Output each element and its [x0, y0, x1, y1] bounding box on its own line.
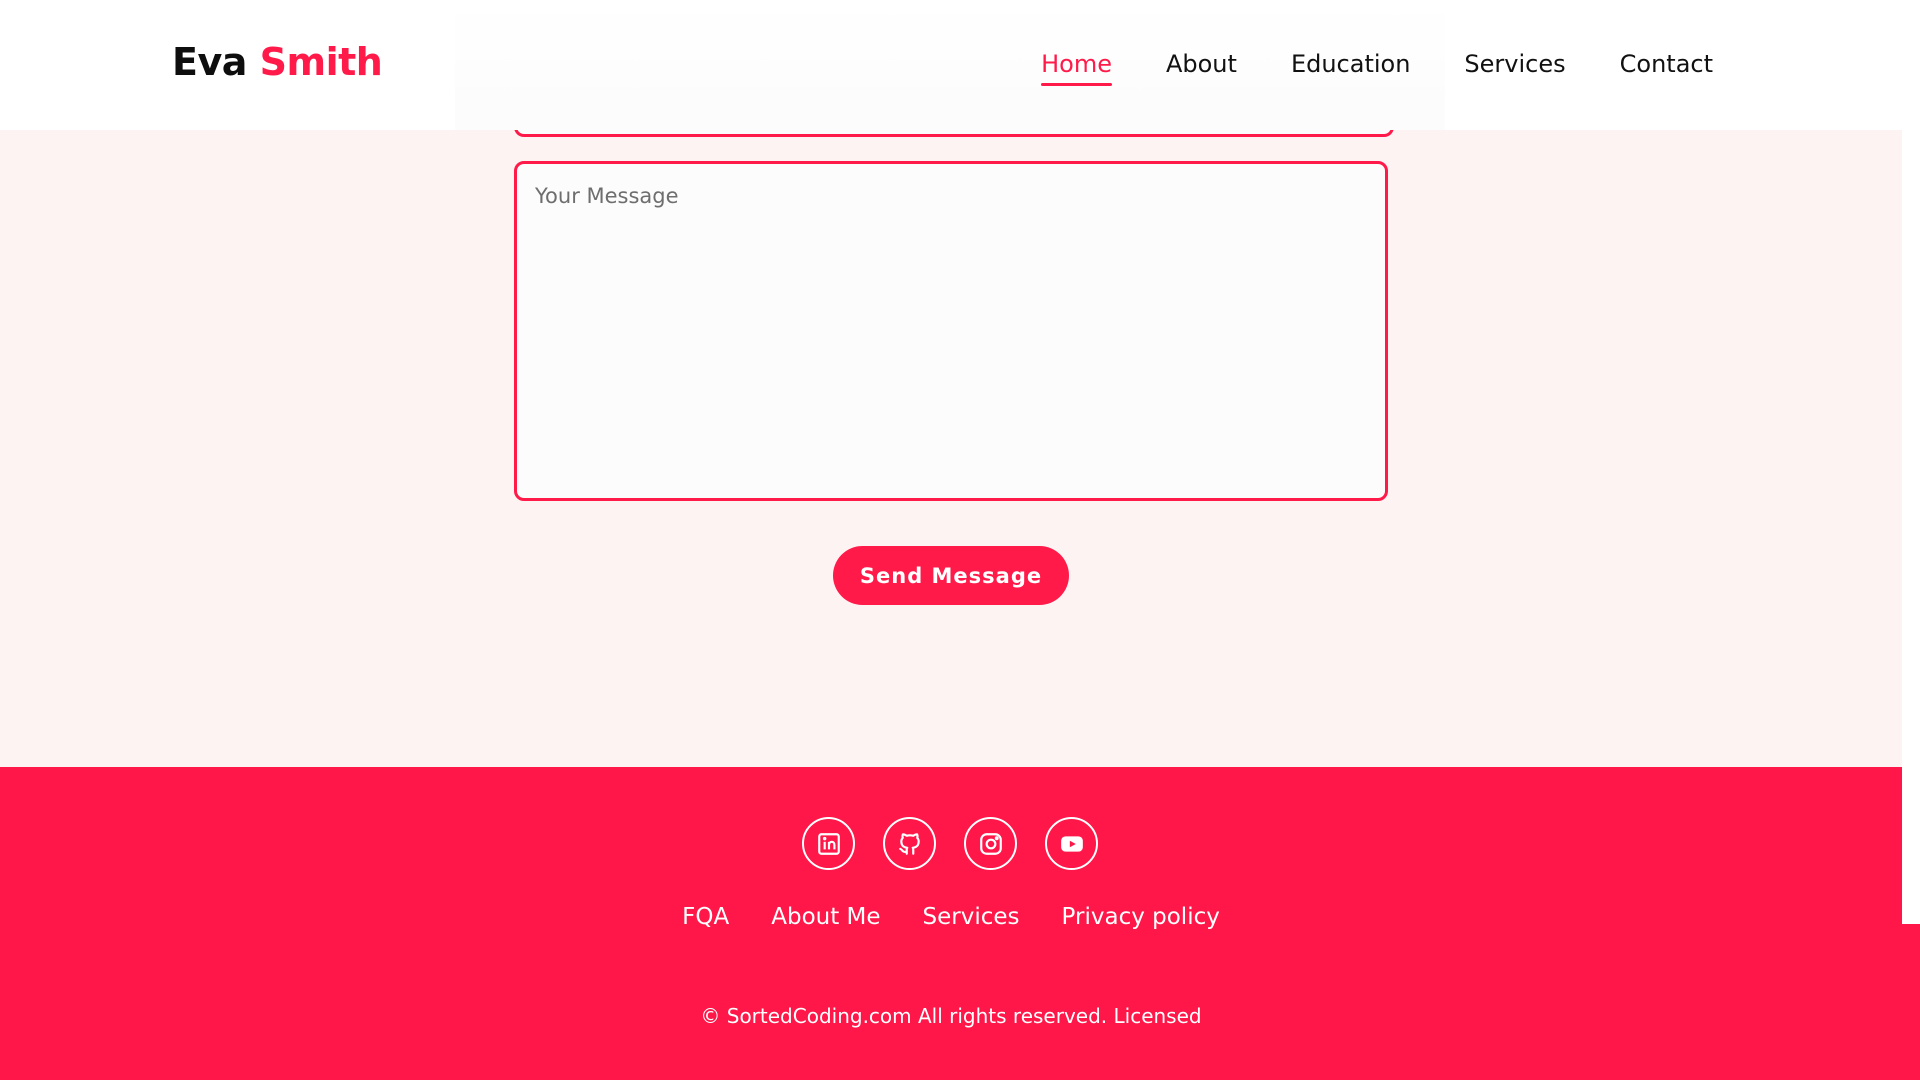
linkedin-link[interactable] [802, 817, 855, 870]
github-icon [898, 832, 920, 855]
message-textarea[interactable] [517, 164, 1385, 498]
main-nav: Home About Education Services Contact [1041, 50, 1713, 86]
youtube-icon [1060, 835, 1083, 852]
footer-link-about-me[interactable]: About Me [771, 904, 880, 930]
copyright-text: © SortedCoding.com All rights reserved. … [700, 1004, 1202, 1028]
social-links [802, 817, 1098, 870]
nav-link-services[interactable]: Services [1464, 50, 1565, 86]
logo-first-name: Eva [172, 40, 247, 84]
nav-link-education[interactable]: Education [1291, 50, 1410, 86]
footer-link-services[interactable]: Services [923, 904, 1020, 930]
linkedin-icon [817, 832, 840, 855]
footer-edge [1902, 924, 1920, 1080]
page-scrollbar-track[interactable] [1902, 0, 1920, 924]
nav-link-about[interactable]: About [1166, 50, 1237, 86]
footer-links: FQA About Me Services Privacy policy [0, 904, 1902, 930]
instagram-icon [979, 832, 1002, 855]
github-link[interactable] [883, 817, 936, 870]
site-logo[interactable]: Eva Smith [172, 40, 383, 84]
footer-link-privacy-policy[interactable]: Privacy policy [1062, 904, 1220, 930]
footer-link-fqa[interactable]: FQA [682, 904, 729, 930]
nav-link-contact[interactable]: Contact [1620, 50, 1713, 86]
site-header: Eva Smith Home About Education Services … [0, 0, 1902, 130]
nav-link-home[interactable]: Home [1041, 50, 1112, 86]
youtube-link[interactable] [1045, 817, 1098, 870]
message-field[interactable] [514, 161, 1388, 501]
instagram-link[interactable] [964, 817, 1017, 870]
send-message-button[interactable]: Send Message [833, 546, 1069, 605]
logo-last-name: Smith [259, 40, 383, 84]
